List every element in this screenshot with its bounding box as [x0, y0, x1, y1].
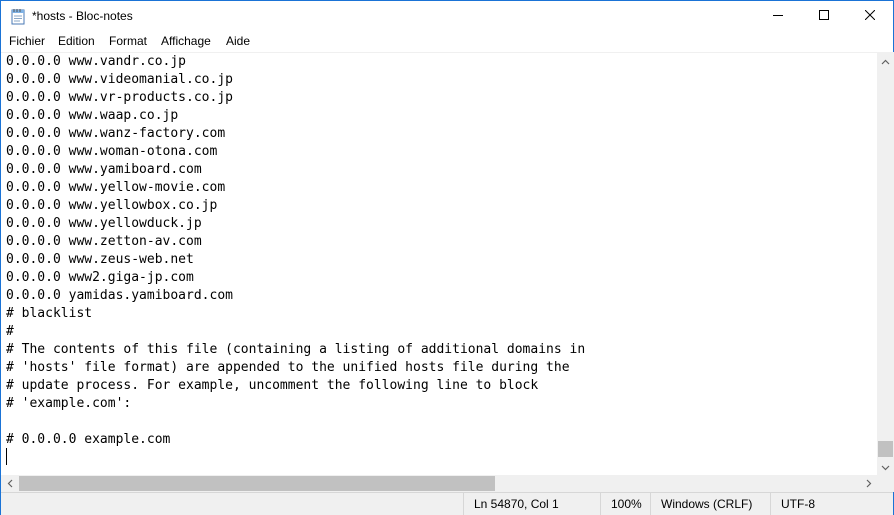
- text-line: 0.0.0.0 www.yellowduck.jp: [6, 216, 202, 231]
- menu-aide[interactable]: Aide: [226, 34, 250, 48]
- menu-bar: Fichier Edition Format Affichage Aide: [1, 31, 893, 52]
- text-line: # update process. For example, uncomment…: [6, 378, 539, 393]
- menu-affichage[interactable]: Affichage: [161, 34, 211, 48]
- title-bar[interactable]: *hosts - Bloc-notes: [1, 1, 893, 31]
- text-caret: [6, 448, 7, 465]
- horizontal-scrollbar[interactable]: [1, 475, 877, 492]
- chevron-up-icon: [881, 52, 890, 70]
- text-line: 0.0.0.0 www.videomanial.co.jp: [6, 72, 233, 87]
- menu-fichier[interactable]: Fichier: [9, 34, 45, 48]
- text-line: # 'example.com':: [6, 396, 132, 411]
- scroll-up-button[interactable]: [877, 52, 894, 69]
- status-encoding: UTF-8: [770, 493, 892, 515]
- scroll-down-button[interactable]: [877, 458, 894, 475]
- text-line: 0.0.0.0 www2.giga-jp.com: [6, 270, 194, 285]
- text-line: 0.0.0.0 www.yellow-movie.com: [6, 180, 226, 195]
- text-line: 0.0.0.0 www.vandr.co.jp: [6, 54, 187, 69]
- chevron-left-icon: [7, 475, 13, 493]
- notepad-window: *hosts - Bloc-notes Fichier Edition Form…: [0, 0, 894, 515]
- status-cursor-position: Ln 54870, Col 1: [463, 493, 600, 515]
- menu-edition[interactable]: Edition: [58, 34, 95, 48]
- chevron-right-icon: [866, 475, 872, 493]
- text-line: 0.0.0.0 www.wanz-factory.com: [6, 126, 226, 141]
- close-button[interactable]: [847, 1, 893, 31]
- vertical-scrollbar[interactable]: [877, 52, 894, 475]
- scroll-right-button[interactable]: [860, 475, 877, 492]
- text-line: 0.0.0.0 yamidas.yamiboard.com: [6, 288, 233, 303]
- text-line: 0.0.0.0 www.yamiboard.com: [6, 162, 202, 177]
- horizontal-scroll-thumb[interactable]: [19, 476, 495, 491]
- text-editor[interactable]: 0.0.0.0 www.vandr.co.jp 0.0.0.0 www.vide…: [1, 52, 877, 475]
- text-line: 0.0.0.0 www.waap.co.jp: [6, 108, 179, 123]
- maximize-button[interactable]: [801, 1, 847, 31]
- text-line: 0.0.0.0 www.zeus-web.net: [6, 252, 194, 267]
- text-line: # 'hosts' file format) are appended to t…: [6, 360, 570, 375]
- text-line: #: [6, 324, 14, 339]
- text-line: # 0.0.0.0 example.com: [6, 432, 171, 447]
- vertical-scroll-thumb[interactable]: [878, 441, 893, 457]
- chevron-down-icon: [881, 458, 890, 476]
- scroll-left-button[interactable]: [1, 475, 18, 492]
- text-line: 0.0.0.0 www.yellowbox.co.jp: [6, 198, 218, 213]
- status-bar: Ln 54870, Col 1 100% Windows (CRLF) UTF-…: [1, 492, 893, 515]
- notepad-icon: [10, 8, 26, 25]
- scrollbar-corner: [877, 475, 894, 492]
- menu-format[interactable]: Format: [109, 34, 147, 48]
- window-title: *hosts - Bloc-notes: [32, 9, 133, 23]
- close-icon: [864, 7, 876, 25]
- minimize-icon: [773, 7, 783, 25]
- text-line: # The contents of this file (containing …: [6, 342, 586, 357]
- status-zoom: 100%: [600, 493, 650, 515]
- minimize-button[interactable]: [755, 1, 801, 31]
- text-line: # blacklist: [6, 306, 93, 321]
- text-line: 0.0.0.0 www.zetton-av.com: [6, 234, 202, 249]
- maximize-icon: [819, 7, 829, 25]
- text-line: 0.0.0.0 www.vr-products.co.jp: [6, 90, 233, 105]
- status-line-ending: Windows (CRLF): [650, 493, 770, 515]
- text-line: 0.0.0.0 www.woman-otona.com: [6, 144, 218, 159]
